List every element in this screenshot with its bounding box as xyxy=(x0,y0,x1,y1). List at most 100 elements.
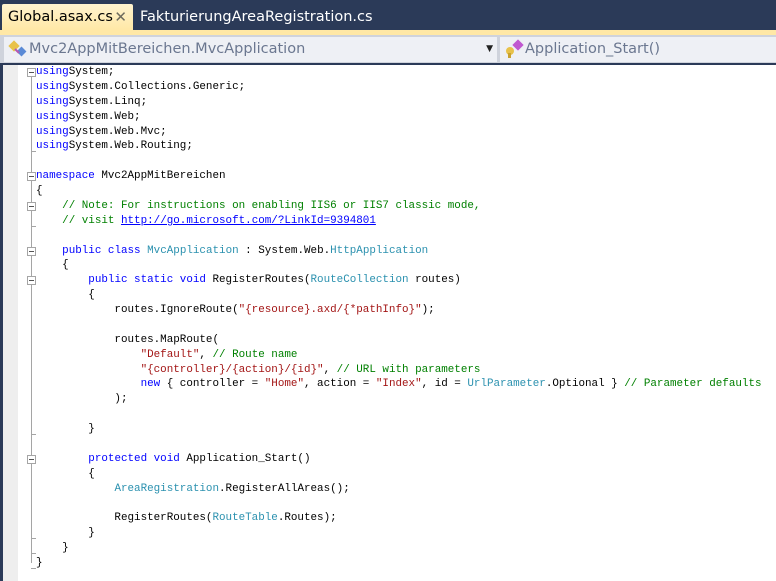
code-line: "{controller}/{action}/{id}", // URL wit… xyxy=(36,363,762,378)
code-line: routes.MapRoute( xyxy=(36,333,762,348)
code-line: ); xyxy=(36,392,762,407)
outline-line xyxy=(31,72,32,564)
code-token: , xyxy=(199,348,213,361)
code-editor[interactable]: usingSystem; usingSystem.Collections.Gene… xyxy=(3,65,776,581)
hyperlink[interactable]: http://go.microsoft.com/?LinkId=9394801 xyxy=(121,215,376,227)
code-line: "Default", // Route name xyxy=(36,348,762,363)
code-token: { controller = xyxy=(160,378,265,391)
code-token: : System.Web. xyxy=(238,244,331,257)
keyword: protected void xyxy=(88,452,180,465)
collapse-icon[interactable] xyxy=(27,454,36,464)
code-token: Application_Start() xyxy=(179,452,311,465)
code-token: ); xyxy=(421,304,435,316)
type-dropdown[interactable]: Mvc2AppMitBereichen.MvcApplication ▼ xyxy=(4,37,497,62)
collapse-icon[interactable] xyxy=(27,246,36,256)
code-token: Mvc2AppMitBereichen xyxy=(94,170,226,183)
code-line: RegisterRoutes(RouteTable.Routes); xyxy=(36,511,762,526)
code-token: .Routes); xyxy=(277,512,337,525)
code-token: { xyxy=(36,467,95,480)
code-line: usingSystem.Web; xyxy=(36,110,762,125)
keyword: public class xyxy=(62,244,141,257)
code-line: { xyxy=(36,258,762,273)
class-icon xyxy=(8,39,28,59)
type-name: AreaRegistration xyxy=(114,482,220,495)
type-name: UrlParameter xyxy=(467,378,546,391)
string-literal: "{resource}.axd/{*pathInfo}" xyxy=(238,304,422,316)
code-token: System.Web.Routing; xyxy=(68,140,193,153)
navigation-bar: Mvc2AppMitBereichen.MvcApplication ▼ App… xyxy=(0,35,776,64)
code-line: new { controller = "Home", action = "Ind… xyxy=(36,377,762,392)
comment: // Route name xyxy=(212,348,298,361)
code-token: routes.MapRoute( xyxy=(36,333,219,346)
code-token: System.Collections.Generic; xyxy=(68,80,246,93)
code-token: } xyxy=(36,542,69,554)
collapse-icon[interactable] xyxy=(27,172,36,182)
code-line: routes.IgnoreRoute("{resource}.axd/{*pat… xyxy=(36,303,762,318)
indicator-margin xyxy=(3,65,18,581)
code-token: { xyxy=(36,259,69,272)
member-dropdown[interactable]: Application_Start() xyxy=(500,37,776,62)
code-token: .RegisterAllAreas(); xyxy=(219,482,350,495)
code-line: } xyxy=(36,526,762,541)
type-name: RouteTable xyxy=(212,512,278,525)
code-line: } xyxy=(36,422,762,437)
code-token: } xyxy=(36,423,95,435)
code-token: System.Web.Mvc; xyxy=(68,125,167,138)
collapse-icon[interactable] xyxy=(27,276,36,286)
code-token: RegisterRoutes( xyxy=(205,274,311,287)
document-tab-bar: Global.asax.cs ✕ FakturierungAreaRegistr… xyxy=(0,0,776,30)
keyword: new xyxy=(140,378,161,391)
comment: // Note: For instructions on enabling II… xyxy=(62,199,481,212)
type-dropdown-value: Mvc2AppMitBereichen.MvcApplication xyxy=(29,41,306,57)
code-line: { xyxy=(36,184,762,199)
collapse-icon[interactable] xyxy=(27,201,36,211)
member-dropdown-value: Application_Start() xyxy=(525,41,661,57)
code-token: , xyxy=(323,363,337,376)
comment: // URL with parameters xyxy=(336,363,481,376)
string-literal: "Default" xyxy=(140,348,200,361)
code-line: { xyxy=(36,467,762,482)
code-token: RegisterRoutes( xyxy=(36,512,213,525)
code-line: namespace Mvc2AppMitBereichen xyxy=(36,169,762,184)
code-line: usingSystem.Web.Mvc; xyxy=(36,125,762,140)
code-text[interactable]: usingSystem; usingSystem.Collections.Gene… xyxy=(36,65,762,571)
code-token: ); xyxy=(36,393,128,406)
keyword: using xyxy=(36,80,69,93)
tab-global-asax[interactable]: Global.asax.cs ✕ xyxy=(2,4,133,30)
tab-fakturierung-area-registration[interactable]: FakturierungAreaRegistration.cs xyxy=(134,4,373,30)
code-line: } xyxy=(36,541,762,556)
close-icon[interactable]: ✕ xyxy=(114,4,127,30)
comment: // Parameter defaults xyxy=(624,378,762,391)
outlining-gutter xyxy=(27,65,36,581)
protected-method-icon xyxy=(504,39,524,59)
code-line: } xyxy=(36,556,762,571)
code-token: } xyxy=(36,556,43,569)
keyword: namespace xyxy=(36,170,95,183)
code-token: , action = xyxy=(303,378,376,391)
keyword: using xyxy=(36,140,69,153)
code-token: .Optional } xyxy=(545,378,625,391)
keyword: using xyxy=(36,110,69,123)
collapse-icon[interactable] xyxy=(27,68,36,77)
code-token: System.Linq; xyxy=(68,95,148,108)
keyword: using xyxy=(36,125,69,138)
string-literal: "Home" xyxy=(264,378,304,391)
chevron-down-icon[interactable]: ▼ xyxy=(486,37,493,62)
code-line: // visit http://go.microsoft.com/?LinkId… xyxy=(36,214,762,229)
string-literal: "{controller}/{action}/{id}" xyxy=(140,363,324,376)
keyword: using xyxy=(36,66,69,78)
